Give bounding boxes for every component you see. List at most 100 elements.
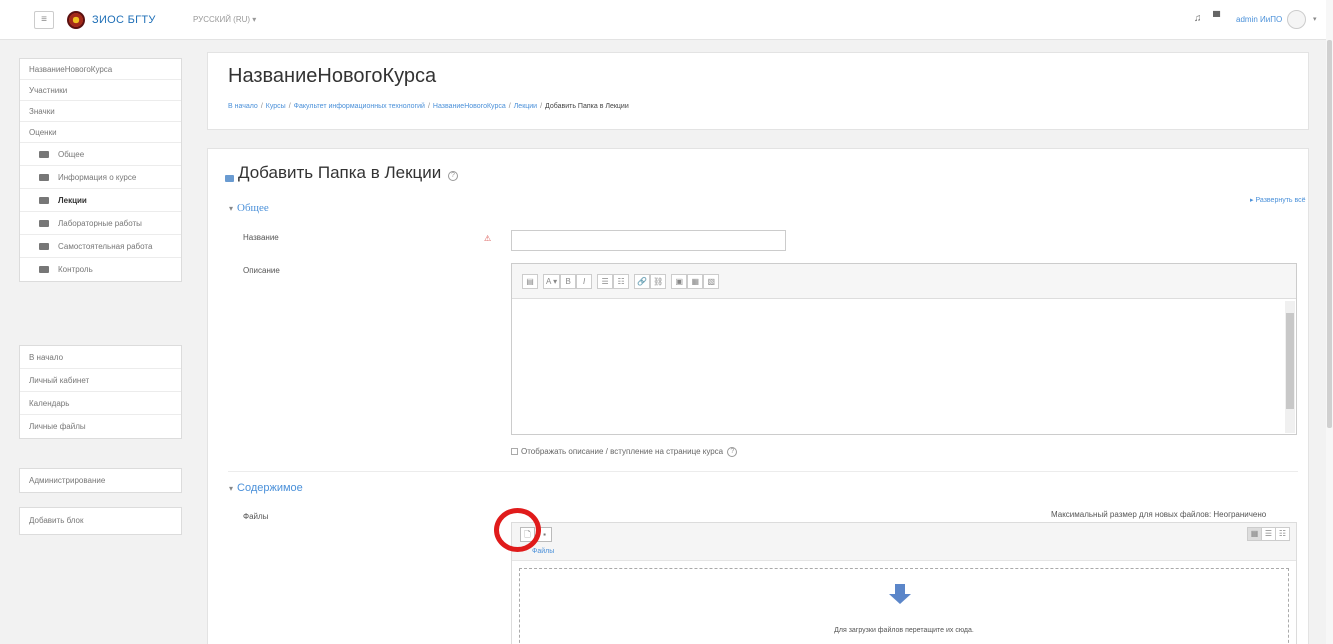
hamburger-icon[interactable]: ≡: [34, 11, 54, 29]
administration-block: Администрирование: [19, 468, 182, 493]
nav-item-section-selfwork[interactable]: Самостоятельная работа: [20, 235, 181, 258]
breadcrumb: В начало / Курсы / Факультет информационных …: [228, 103, 629, 110]
file-dropzone[interactable]: Для загрузки файлов перетащите их сюда.: [519, 568, 1289, 644]
course-navigation-block: НазваниеНовогоКурса Участники Значки Оце…: [19, 58, 182, 282]
editor-scrollbar[interactable]: [1285, 301, 1295, 433]
link-button[interactable]: 🔗: [634, 274, 651, 289]
folder-icon: [39, 174, 49, 181]
nav-item-administration[interactable]: Администрирование: [20, 469, 181, 492]
breadcrumb-current: Добавить Папка в Лекции: [545, 103, 629, 110]
name-field[interactable]: [511, 230, 786, 251]
show-description-label: Отображать описание / вступление на стра…: [521, 447, 724, 456]
view-mode-switch: ▦ ☰ ☷: [1247, 527, 1290, 541]
section-content-label: Содержимое: [237, 482, 303, 494]
breadcrumb-courses[interactable]: Курсы: [266, 103, 286, 110]
breadcrumb-home[interactable]: В начало: [228, 103, 258, 110]
nav-item-section-control[interactable]: Контроль: [20, 258, 181, 281]
folder-icon: [39, 266, 49, 273]
scrollbar-thumb[interactable]: [1327, 40, 1332, 428]
expand-all-link[interactable]: ▸ Развернуть всё: [1250, 196, 1306, 204]
breadcrumb-course[interactable]: НазваниеНовогоКурса: [433, 103, 506, 110]
section-divider: [228, 471, 1298, 472]
form-title: Добавить Папка в Лекции ?: [238, 163, 458, 183]
nav-item-label: Контроль: [58, 265, 93, 274]
section-general-toggle[interactable]: ▾ Общее: [229, 202, 269, 214]
file-manager-button[interactable]: ▧: [703, 274, 720, 289]
nav-item-section-general[interactable]: Общее: [20, 143, 181, 166]
dropzone-hint: Для загрузки файлов перетащите их сюда.: [834, 627, 974, 634]
language-selector[interactable]: РУССКИЙ (RU) ▾: [193, 15, 256, 24]
show-description-option[interactable]: Отображать описание / вступление на стра…: [511, 447, 738, 457]
nav-item-participants[interactable]: Участники: [20, 80, 181, 101]
italic-button[interactable]: I: [576, 274, 593, 289]
nav-item-section-info[interactable]: Информация о курсе: [20, 166, 181, 189]
nav-item-section-lectures[interactable]: Лекции: [20, 189, 181, 212]
nav-item-private-files[interactable]: Личные файлы: [20, 415, 181, 438]
view-icons-button[interactable]: ▦: [1247, 527, 1262, 541]
name-label: Название: [243, 233, 279, 242]
nav-item-label: Информация о курсе: [58, 173, 137, 182]
unordered-list-button[interactable]: ☰: [597, 274, 614, 289]
form-title-text: Добавить Папка в Лекции: [238, 163, 442, 182]
page-header: НазваниеНовогоКурса В начало / Курсы / Факул…: [207, 52, 1309, 130]
image-button[interactable]: ▣: [671, 274, 688, 289]
section-general-label: Общее: [237, 202, 269, 214]
chevron-down-icon: ▾: [229, 484, 234, 493]
file-path-breadcrumb[interactable]: Файлы: [532, 548, 554, 555]
help-icon[interactable]: ?: [727, 447, 738, 457]
add-block-link[interactable]: Добавить блок: [20, 508, 181, 534]
breadcrumb-faculty[interactable]: Факультет информационных технологий: [294, 103, 425, 110]
toolbar-toggle-button[interactable]: ▤: [522, 274, 538, 289]
top-navbar: ≡ ЗИОС БГТУ РУССКИЙ (RU) ▾ ♫ ▀ admin ИиП…: [0, 0, 1333, 40]
messages-icon[interactable]: ▀: [1213, 12, 1220, 23]
nav-item-home[interactable]: В начало: [20, 346, 181, 369]
breadcrumb-section[interactable]: Лекции: [514, 103, 537, 110]
nav-item-label: Лабораторные работы: [58, 219, 142, 228]
avatar[interactable]: [1287, 10, 1306, 29]
nav-item-badges[interactable]: Значки: [20, 101, 181, 122]
folder-icon: [39, 151, 49, 158]
chevron-down-icon[interactable]: ▾: [1313, 15, 1317, 23]
description-label: Описание: [243, 266, 280, 275]
nav-item-calendar[interactable]: Календарь: [20, 392, 181, 415]
unlink-button[interactable]: ⛓: [650, 274, 667, 289]
folder-icon: [39, 197, 49, 204]
paragraph-styles-button[interactable]: A ▾: [543, 274, 561, 289]
max-file-size-note: Максимальный размер для новых файлов: Не…: [1051, 510, 1267, 519]
nav-item-label: Лекции: [58, 196, 87, 205]
user-menu-name[interactable]: admin ИиПО: [1236, 15, 1282, 24]
nav-item-course[interactable]: НазваниеНовогоКурса: [20, 59, 181, 80]
page-scrollbar[interactable]: [1326, 0, 1333, 644]
editor-toolbar: ▤ A ▾ B I ☰ ☷ 🔗 ⛓ ▣ ▦ ▧: [512, 264, 1296, 299]
folder-icon: [39, 220, 49, 227]
notifications-icon[interactable]: ♫: [1194, 13, 1202, 24]
nav-item-label: Общее: [58, 150, 85, 159]
chevron-down-icon: ▾: [229, 204, 234, 213]
file-manager-toolbar: 🗋 ▪ Файлы ▦ ☰ ☷: [512, 523, 1296, 561]
page-title: НазваниеНовогоКурса: [228, 65, 437, 87]
show-description-checkbox[interactable]: [511, 448, 518, 455]
ordered-list-button[interactable]: ☷: [613, 274, 630, 289]
nav-item-dashboard[interactable]: Личный кабинет: [20, 369, 181, 392]
help-icon[interactable]: ?: [448, 171, 458, 181]
file-manager: 🗋 ▪ Файлы ▦ ☰ ☷ Для загрузки файлов перета…: [511, 522, 1297, 644]
required-icon: ⚠: [484, 234, 492, 243]
scrollbar-thumb[interactable]: [1286, 313, 1294, 409]
description-editor[interactable]: ▤ A ▾ B I ☰ ☷ 🔗 ⛓ ▣ ▦ ▧: [511, 263, 1297, 435]
folder-icon: [39, 243, 49, 250]
nav-item-section-labs[interactable]: Лабораторные работы: [20, 212, 181, 235]
site-name-link[interactable]: ЗИОС БГТУ: [92, 14, 156, 26]
add-block: Добавить блок: [19, 507, 182, 535]
bold-button[interactable]: B: [560, 274, 577, 289]
view-list-button[interactable]: ☰: [1261, 527, 1276, 541]
media-button[interactable]: ▦: [687, 274, 704, 289]
add-folder-form: Добавить Папка в Лекции ? ▸ Развернуть в…: [207, 148, 1309, 644]
files-label: Файлы: [243, 512, 269, 521]
section-content-toggle[interactable]: ▾ Содержимое: [229, 482, 303, 494]
view-tree-button[interactable]: ☷: [1275, 527, 1290, 541]
nav-item-label: Самостоятельная работа: [58, 242, 153, 251]
site-navigation-block: В начало Личный кабинет Календарь Личные…: [19, 345, 182, 439]
nav-item-grades[interactable]: Оценки: [20, 122, 181, 143]
university-logo[interactable]: [67, 11, 85, 29]
folder-icon: [225, 175, 234, 182]
